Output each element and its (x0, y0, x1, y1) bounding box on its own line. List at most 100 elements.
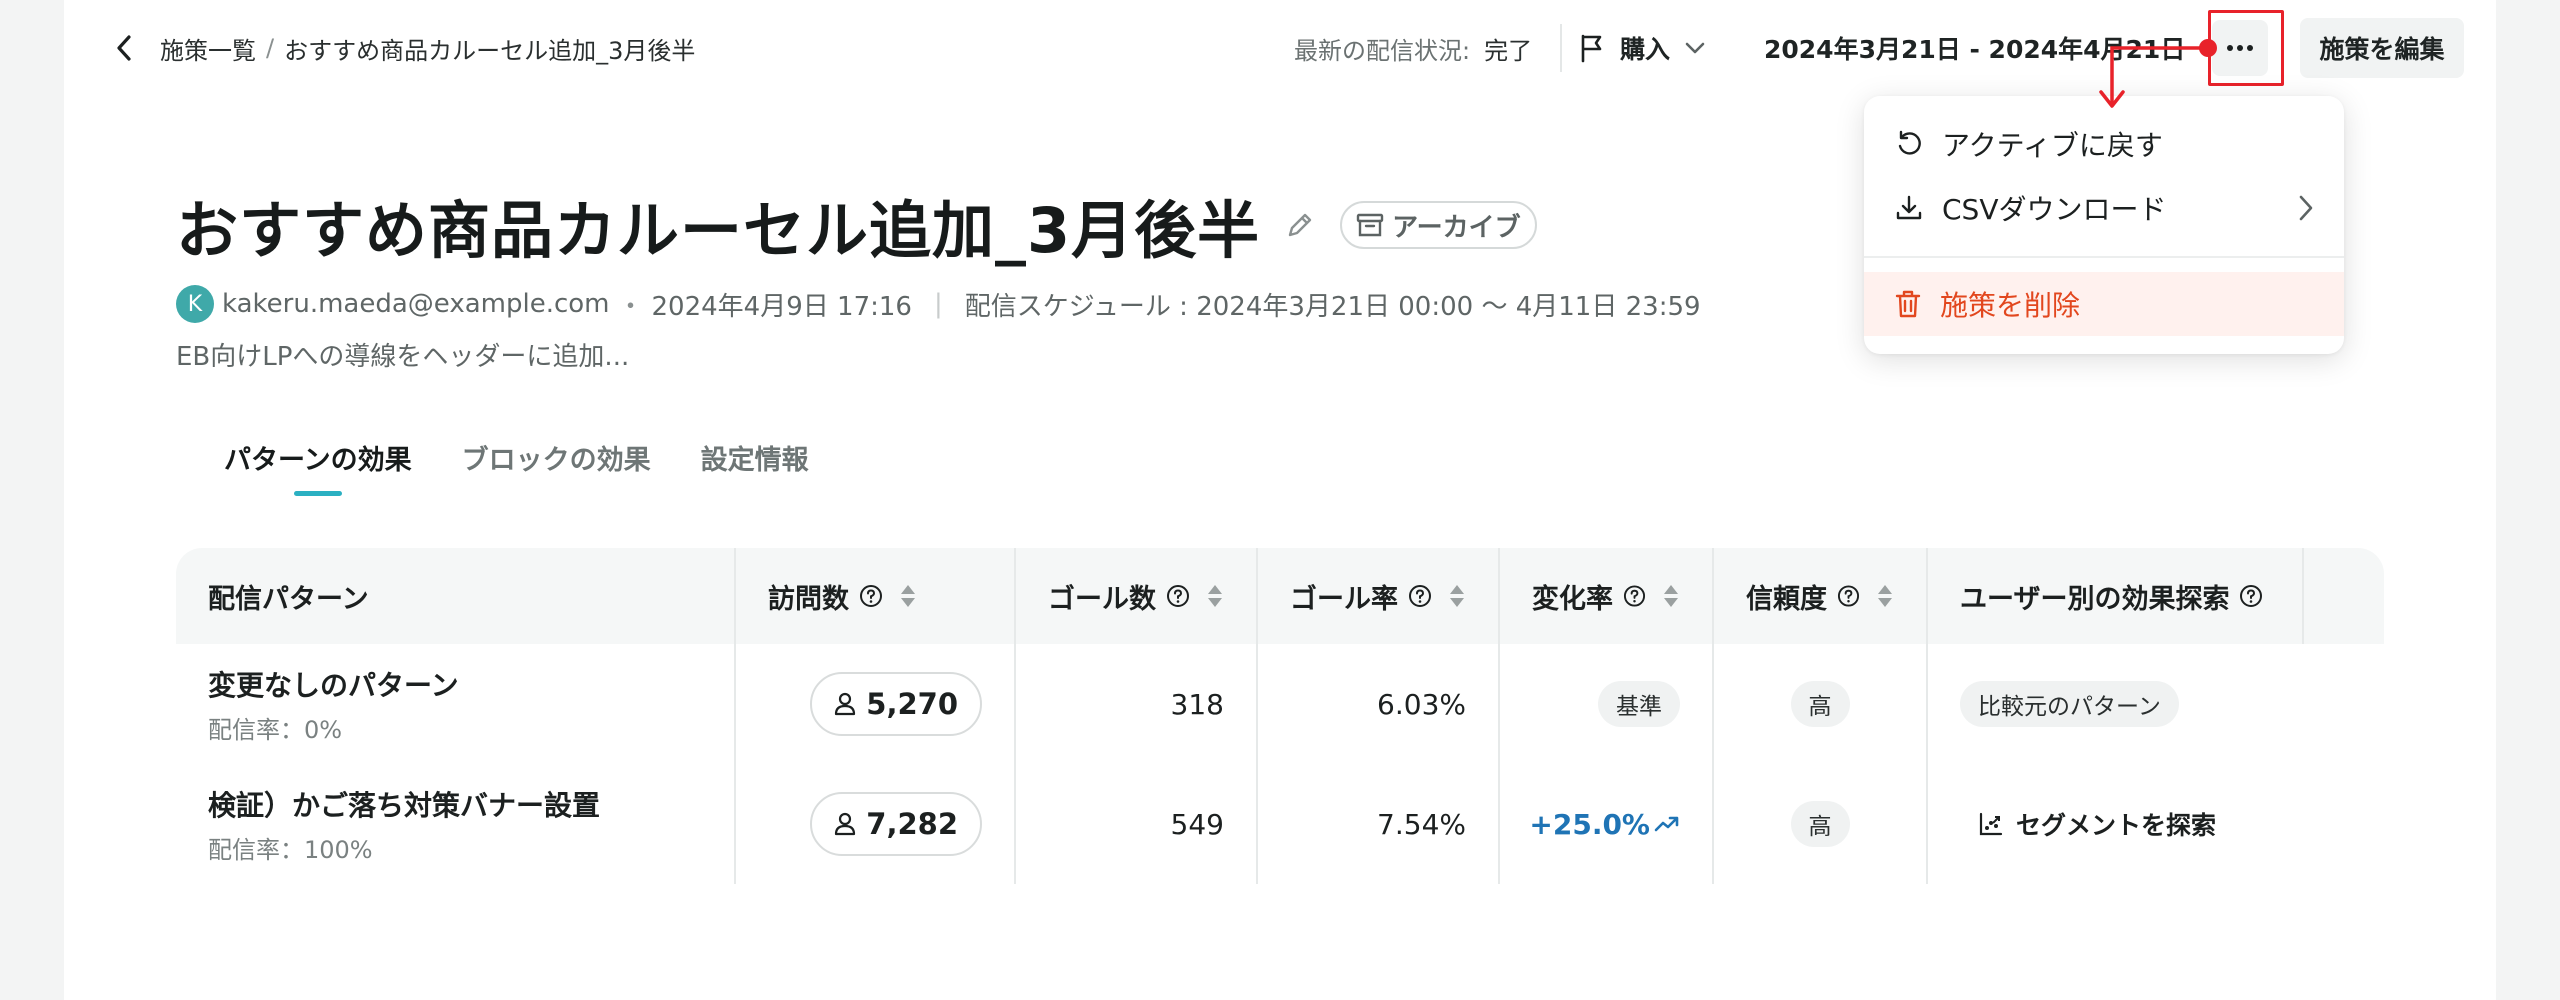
goal-select[interactable]: 購入 (1578, 26, 1706, 70)
pattern-delivery-rate: 配信率：100% (208, 835, 373, 864)
explore-segment-button[interactable]: セグメントを探索 (1960, 799, 2234, 849)
campaign-description: EB向けLPへの導線をヘッダーに追加... (176, 342, 630, 372)
breadcrumb-separator: / (266, 34, 275, 62)
sort-icon[interactable] (899, 583, 917, 609)
date-range-select[interactable]: 2024年3月21日 - 2024年4月21日 (1764, 26, 2221, 70)
delivery-status: 最新の配信状況: 完了 (1294, 30, 1532, 66)
menu-item-label: CSVダウンロード (1942, 193, 2167, 226)
tab-block-effect[interactable]: ブロックの効果 (462, 436, 651, 496)
sort-icon[interactable] (1662, 583, 1680, 609)
flag-icon (1581, 34, 1602, 63)
author-email: kakeru.maeda@example.com (222, 289, 610, 319)
explore-segment-label: セグメントを探索 (2016, 811, 2217, 840)
column-header-label: ゴール率 (1290, 583, 1398, 615)
column-header-change-rate: 変化率 (1500, 548, 1714, 644)
tab-settings[interactable]: 設定情報 (701, 436, 809, 496)
goals-cell: 549 (1016, 764, 1258, 884)
delivery-schedule: 配信スケジュール : 2024年3月21日 00:00 〜 4月11日 23:5… (964, 291, 1701, 322)
help-icon[interactable] (1837, 584, 1860, 608)
column-header-visits: 訪問数 (736, 548, 1016, 644)
column-header-extra (2304, 548, 2384, 644)
user-icon (835, 812, 856, 836)
change-rate-value: +25.0% (1529, 808, 1680, 841)
menu-item-reactivate[interactable]: アクティブに戻す (1864, 112, 2344, 176)
archive-badge: アーカイブ (1340, 201, 1537, 249)
table-row: 検証）かご落ち対策バナー設置 配信率：100% 7,282 549 7.54% … (176, 764, 2384, 884)
confidence-pill: 高 (1790, 801, 1850, 847)
column-header-goal-rate: ゴール率 (1258, 548, 1500, 644)
user-effect-cell: セグメントを探索 (1928, 764, 2304, 884)
chevron-left-icon (117, 35, 131, 61)
help-icon[interactable] (1623, 584, 1646, 608)
help-icon[interactable] (859, 584, 883, 608)
column-header-label: ユーザー別の効果探索 (1960, 583, 2230, 615)
chevron-right-icon (2299, 195, 2313, 221)
help-icon[interactable] (1166, 584, 1190, 608)
edit-campaign-button[interactable]: 施策を編集 (2300, 18, 2464, 78)
comparison-base-pill: 比較元のパターン (1960, 681, 2179, 727)
tab-pattern-effect[interactable]: パターンの効果 (224, 436, 412, 496)
pattern-name: 変更なしのパターン (208, 668, 459, 702)
breadcrumb-parent-link[interactable]: 施策一覧 (160, 31, 256, 66)
visits-cell: 5,270 (736, 644, 1016, 764)
pencil-icon[interactable] (1282, 207, 1318, 243)
menu-divider (1864, 256, 2344, 258)
goal-rate-cell: 7.54% (1258, 764, 1500, 884)
change-rate-text: +25.0% (1529, 807, 1650, 841)
undo-icon (1898, 130, 1921, 155)
change-rate-cell: 基準 (1500, 644, 1714, 764)
back-button[interactable] (104, 28, 144, 68)
menu-item-label: アクティブに戻す (1942, 129, 2163, 162)
pattern-table: 配信パターン 訪問数 ゴール数 ゴール率 変化率 信頼度 ユーザー別の効果探索 … (176, 548, 2384, 884)
confidence-cell: 高 (1714, 644, 1928, 764)
column-header-label: 訪問数 (768, 583, 849, 615)
created-timestamp: 2024年4月9日 17:16 (651, 291, 912, 322)
visits-value: 7,282 (866, 807, 958, 841)
column-header-label: 変化率 (1532, 583, 1613, 615)
visits-value: 5,270 (866, 687, 958, 721)
delivery-status-value: 完了 (1484, 36, 1533, 65)
more-actions-button[interactable] (2212, 20, 2268, 76)
goal-rate-cell: 6.03% (1258, 644, 1500, 764)
confidence-pill: 高 (1790, 681, 1850, 727)
table-header: 配信パターン 訪問数 ゴール数 ゴール率 変化率 信頼度 ユーザー別の効果探索 (176, 548, 2384, 644)
archive-badge-label: アーカイブ (1392, 212, 1521, 243)
ellipsis-icon (2227, 45, 2253, 51)
change-rate-cell: +25.0% (1500, 764, 1714, 884)
pattern-cell: 変更なしのパターン 配信率：0% (176, 644, 736, 764)
meta-dot: ・ (617, 291, 644, 322)
segment-chart-icon (1979, 812, 2003, 836)
visits-cell: 7,282 (736, 764, 1016, 884)
table-body: 変更なしのパターン 配信率：0% 5,270 318 6.03% 基準 高 比較… (176, 644, 2384, 884)
menu-item-label: 施策を削除 (1940, 289, 2081, 322)
menu-item-csv-download[interactable]: CSVダウンロード (1864, 176, 2344, 240)
delivery-status-label: 最新の配信状況: (1294, 36, 1471, 65)
visits-chip[interactable]: 5,270 (810, 672, 982, 736)
column-header-label: 信頼度 (1746, 583, 1827, 615)
top-bar: 施策一覧 / おすすめ商品カルーセル追加_3月後半 最新の配信状況: 完了 購入… (64, 0, 2496, 94)
visits-chip[interactable]: 7,282 (810, 792, 982, 856)
column-header-label: 配信パターン (208, 583, 369, 615)
avatar: K (176, 285, 214, 323)
menu-item-delete[interactable]: 施策を削除 (1864, 272, 2344, 336)
goal-select-label: 購入 (1620, 35, 1671, 64)
user-effect-cell: 比較元のパターン (1928, 644, 2304, 764)
tab-bar: パターンの効果 ブロックの効果 設定情報 (224, 436, 809, 506)
page: 施策一覧 / おすすめ商品カルーセル追加_3月後半 最新の配信状況: 完了 購入… (64, 0, 2496, 1000)
sort-icon[interactable] (1876, 583, 1894, 609)
help-icon[interactable] (1408, 584, 1432, 608)
sort-icon[interactable] (1448, 583, 1466, 609)
download-icon (1896, 195, 1922, 220)
sort-icon[interactable] (1206, 583, 1224, 609)
confidence-cell: 高 (1714, 764, 1928, 884)
pattern-cell: 検証）かご落ち対策バナー設置 配信率：100% (176, 764, 736, 884)
page-title: おすすめ商品カルーセル追加_3月後半 (176, 194, 1261, 267)
divider (1560, 24, 1562, 72)
column-header-confidence: 信頼度 (1714, 548, 1928, 644)
column-header-pattern: 配信パターン (176, 548, 736, 644)
meta-divider: | (933, 289, 943, 319)
goals-cell: 318 (1016, 644, 1258, 764)
pattern-delivery-rate: 配信率：0% (208, 715, 343, 744)
help-icon[interactable] (2239, 584, 2263, 608)
trash-icon (1895, 290, 1921, 318)
